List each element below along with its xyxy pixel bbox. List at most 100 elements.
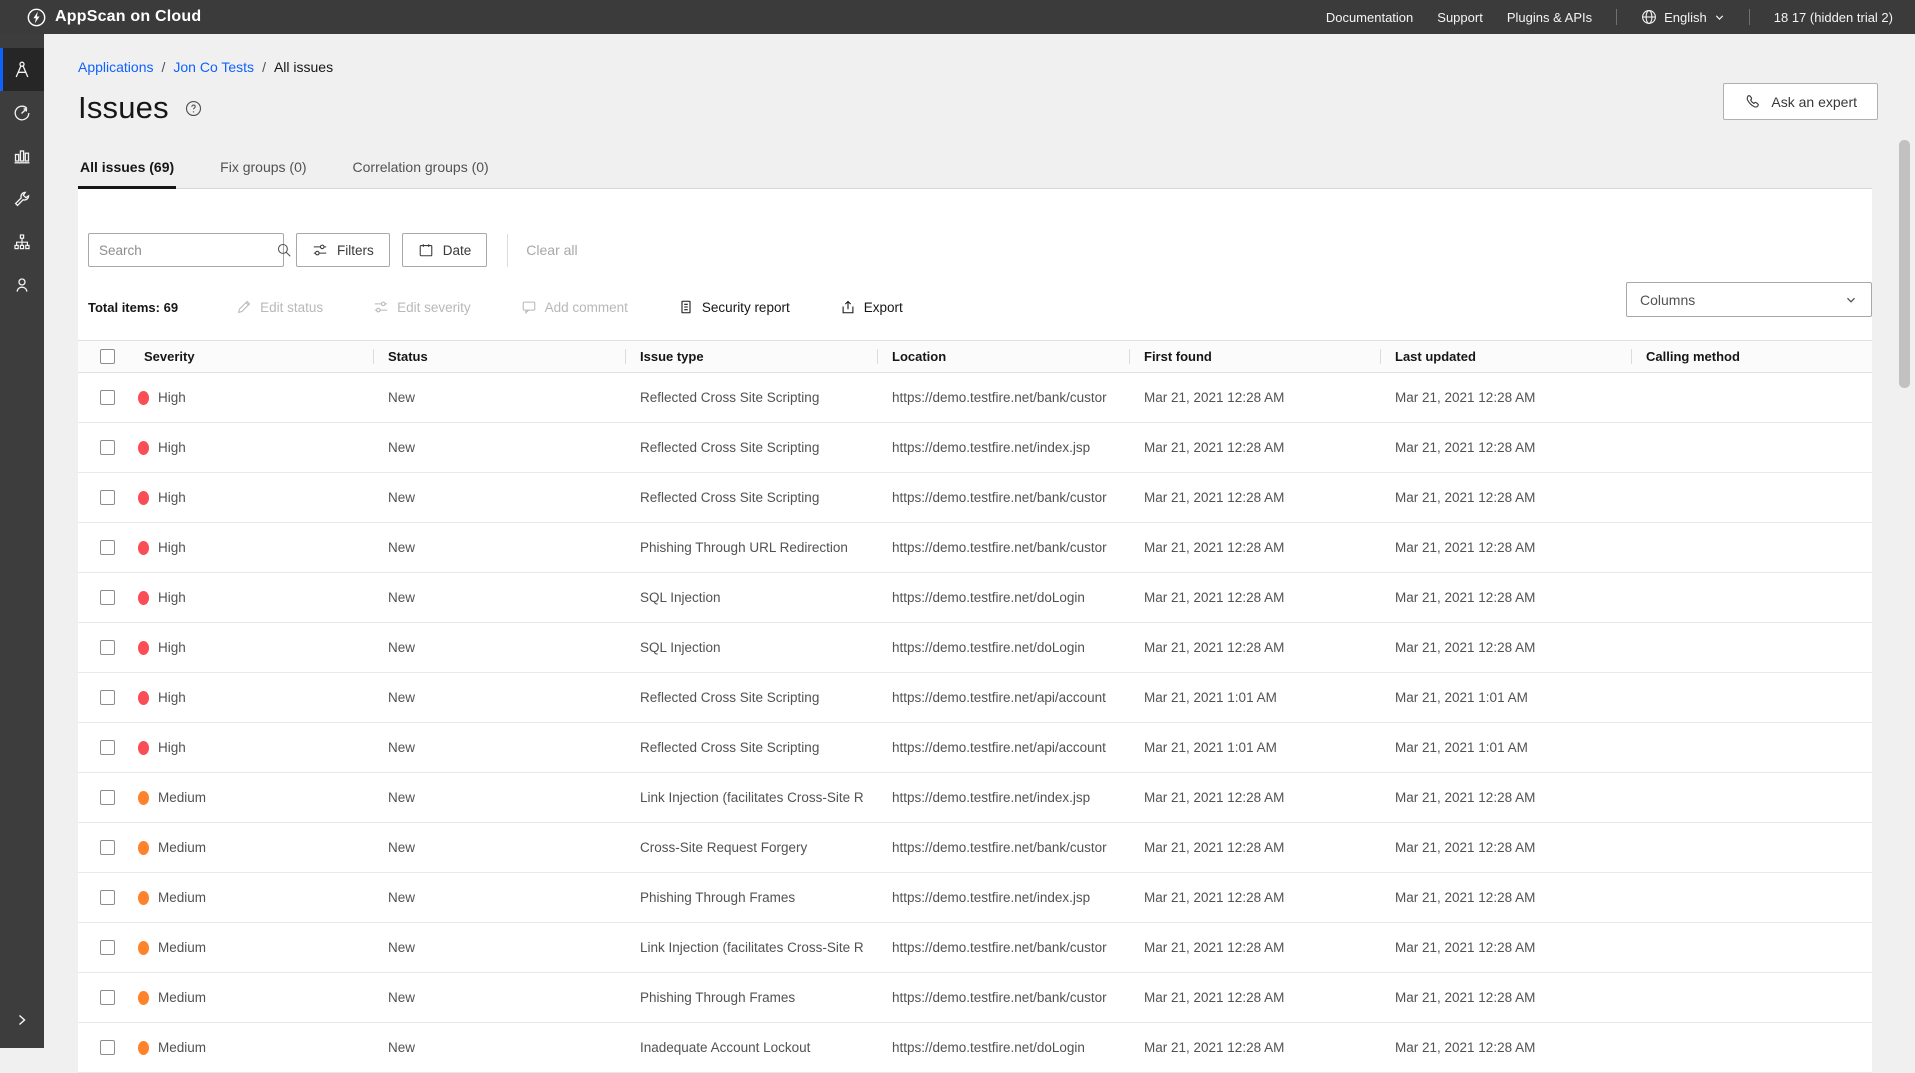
header-first-found[interactable]: First found	[1130, 349, 1381, 364]
row-checkbox[interactable]	[100, 640, 115, 655]
sidebar-item-organization[interactable]	[0, 220, 44, 263]
table-row[interactable]: Medium New Phishing Through Frames https…	[78, 973, 1872, 1023]
help-icon[interactable]	[185, 100, 202, 117]
cell-severity: High	[130, 640, 374, 655]
severity-label: Medium	[158, 790, 206, 805]
sidebar-item-tools[interactable]	[0, 177, 44, 220]
row-checkbox[interactable]	[100, 590, 115, 605]
cell-first-found: Mar 21, 2021 12:28 AM	[1130, 490, 1381, 505]
add-comment-button[interactable]: Add comment	[521, 299, 628, 315]
brand: AppScan on Cloud	[0, 8, 201, 27]
cell-severity: High	[130, 590, 374, 605]
sidebar-item-scans[interactable]	[0, 91, 44, 134]
breadcrumb-applications[interactable]: Applications	[78, 59, 154, 75]
header-last-updated[interactable]: Last updated	[1381, 349, 1632, 364]
cell-issue-type: Reflected Cross Site Scripting	[626, 740, 878, 755]
table-row[interactable]: High New Reflected Cross Site Scripting …	[78, 473, 1872, 523]
tab-correlation-groups[interactable]: Correlation groups (0)	[351, 149, 491, 189]
nav-support[interactable]: Support	[1437, 10, 1483, 25]
phone-icon	[1744, 93, 1761, 110]
row-checkbox[interactable]	[100, 740, 115, 755]
row-checkbox[interactable]	[100, 940, 115, 955]
table-row[interactable]: High New Phishing Through URL Redirectio…	[78, 523, 1872, 573]
export-button[interactable]: Export	[840, 299, 903, 315]
row-checkbox[interactable]	[100, 790, 115, 805]
severity-label: High	[158, 740, 186, 755]
date-button[interactable]: Date	[402, 233, 488, 267]
table-row[interactable]: Medium New Link Injection (facilitates C…	[78, 773, 1872, 823]
sidebar-item-applications[interactable]	[0, 48, 44, 91]
ask-expert-button[interactable]: Ask an expert	[1723, 83, 1878, 120]
cell-severity: High	[130, 490, 374, 505]
account-label[interactable]: 18 17 (hidden trial 2)	[1774, 10, 1901, 25]
cell-issue-type: Reflected Cross Site Scripting	[626, 390, 878, 405]
vertical-scrollbar-thumb[interactable]	[1899, 140, 1910, 388]
row-checkbox[interactable]	[100, 890, 115, 905]
cell-issue-type: Link Injection (facilitates Cross-Site R	[626, 790, 878, 805]
row-checkbox[interactable]	[100, 840, 115, 855]
table-row[interactable]: Medium New Inadequate Account Lockout ht…	[78, 1023, 1872, 1073]
edit-status-button[interactable]: Edit status	[236, 299, 323, 315]
severity-dot-icon	[138, 591, 149, 605]
tab-all-issues[interactable]: All issues (69)	[78, 149, 176, 189]
sidebar-item-account[interactable]	[0, 263, 44, 306]
table-row[interactable]: Medium New Phishing Through Frames https…	[78, 873, 1872, 923]
tab-fix-groups[interactable]: Fix groups (0)	[218, 149, 308, 189]
left-sidebar	[0, 34, 44, 1048]
table-row[interactable]: High New Reflected Cross Site Scripting …	[78, 673, 1872, 723]
columns-select[interactable]: Columns	[1626, 282, 1872, 317]
header-severity[interactable]: Severity	[130, 349, 374, 364]
language-selector[interactable]: English	[1641, 9, 1725, 25]
row-checkbox[interactable]	[100, 690, 115, 705]
breadcrumb-separator: /	[162, 59, 166, 75]
cell-issue-type: Reflected Cross Site Scripting	[626, 490, 878, 505]
row-checkbox[interactable]	[100, 390, 115, 405]
table-row[interactable]: High New Reflected Cross Site Scripting …	[78, 723, 1872, 773]
nav-plugins-apis[interactable]: Plugins & APIs	[1507, 10, 1592, 25]
header-issue-type[interactable]: Issue type	[626, 349, 878, 364]
sidebar-expand-button[interactable]	[0, 1002, 44, 1038]
row-checkbox[interactable]	[100, 990, 115, 1005]
cell-location: https://demo.testfire.net/index.jsp	[878, 440, 1130, 455]
cell-status: New	[374, 790, 626, 805]
row-checkbox-cell	[78, 890, 130, 905]
row-checkbox[interactable]	[100, 490, 115, 505]
severity-dot-icon	[138, 391, 149, 405]
filters-button[interactable]: Filters	[296, 233, 390, 267]
severity-label: High	[158, 590, 186, 605]
table-row[interactable]: High New SQL Injection https://demo.test…	[78, 623, 1872, 673]
table-row[interactable]: High New Reflected Cross Site Scripting …	[78, 373, 1872, 423]
row-checkbox[interactable]	[100, 540, 115, 555]
table-row[interactable]: High New Reflected Cross Site Scripting …	[78, 423, 1872, 473]
cell-last-updated: Mar 21, 2021 12:28 AM	[1381, 490, 1632, 505]
cell-severity: High	[130, 390, 374, 405]
sidebar-item-reports[interactable]	[0, 134, 44, 177]
applications-icon	[12, 60, 32, 80]
cell-location: https://demo.testfire.net/bank/custor	[878, 990, 1130, 1005]
appscan-logo-icon	[27, 8, 46, 27]
cell-last-updated: Mar 21, 2021 12:28 AM	[1381, 790, 1632, 805]
edit-severity-button[interactable]: Edit severity	[373, 299, 471, 315]
cell-location: https://demo.testfire.net/doLogin	[878, 590, 1130, 605]
header-location[interactable]: Location	[878, 349, 1130, 364]
header-calling-method[interactable]: Calling method	[1632, 349, 1872, 364]
globe-icon	[1641, 9, 1657, 25]
row-checkbox-cell	[78, 740, 130, 755]
filter-divider	[507, 234, 508, 267]
severity-label: High	[158, 690, 186, 705]
header-status[interactable]: Status	[374, 349, 626, 364]
severity-dot-icon	[138, 791, 149, 805]
table-body: High New Reflected Cross Site Scripting …	[78, 373, 1872, 1073]
main-content: Applications / Jon Co Tests / All issues…	[44, 34, 1915, 1073]
breadcrumb-application-name[interactable]: Jon Co Tests	[173, 59, 254, 75]
security-report-button[interactable]: Security report	[678, 299, 790, 315]
search-input[interactable]	[99, 243, 276, 258]
clear-all-link[interactable]: Clear all	[526, 242, 577, 258]
select-all-checkbox[interactable]	[100, 349, 115, 364]
table-row[interactable]: Medium New Cross-Site Request Forgery ht…	[78, 823, 1872, 873]
table-row[interactable]: Medium New Link Injection (facilitates C…	[78, 923, 1872, 973]
row-checkbox[interactable]	[100, 440, 115, 455]
table-row[interactable]: High New SQL Injection https://demo.test…	[78, 573, 1872, 623]
breadcrumb-current: All issues	[274, 59, 333, 75]
nav-documentation[interactable]: Documentation	[1326, 10, 1413, 25]
